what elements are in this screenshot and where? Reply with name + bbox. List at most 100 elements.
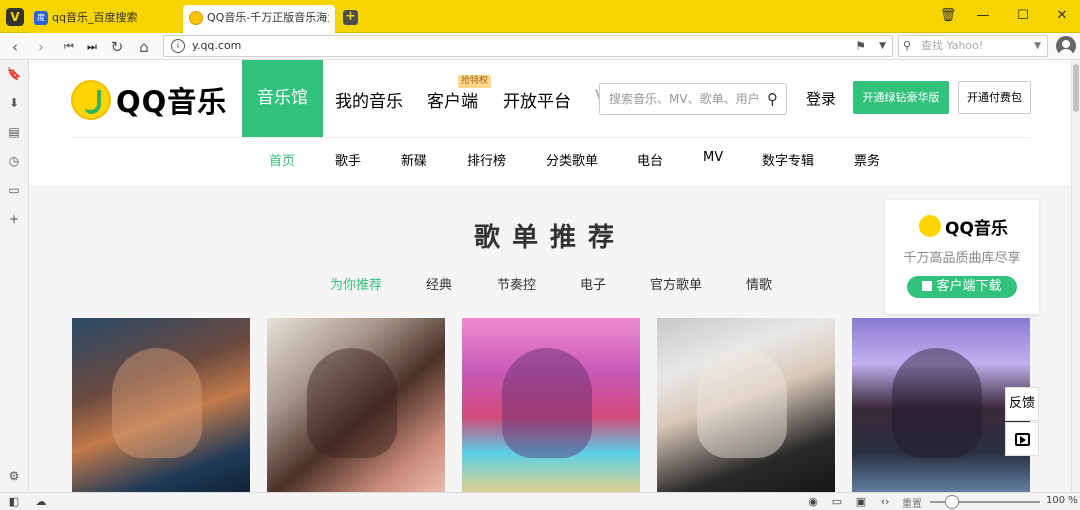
vivaldi-logo-icon[interactable]: V bbox=[6, 8, 24, 26]
close-button[interactable]: ✕ bbox=[1044, 4, 1080, 28]
scrollbar-thumb[interactable] bbox=[1073, 64, 1079, 112]
qq-music-logo-icon bbox=[919, 215, 941, 237]
panel-toggle-icon[interactable]: ◧ bbox=[6, 495, 22, 509]
chevron-down-icon[interactable]: ▼ bbox=[879, 36, 886, 56]
playlist-cover[interactable] bbox=[72, 318, 250, 492]
search-icon[interactable]: ⚲ bbox=[767, 84, 778, 114]
tab-strip: V 度 qq音乐_百度搜索 QQ音乐-千万正版音乐海量无损曲库 + 🗑 — ☐ … bbox=[0, 0, 1080, 33]
site-search-placeholder: 搜索音乐、MV、歌单、用户 bbox=[609, 92, 760, 106]
subnav-home[interactable]: 首页 bbox=[269, 150, 295, 169]
reload-button[interactable]: ↻ bbox=[106, 36, 128, 58]
baidu-favicon-icon: 度 bbox=[34, 11, 48, 25]
cover-photo bbox=[112, 348, 202, 458]
category-classic[interactable]: 经典 bbox=[426, 274, 452, 293]
subnav-radio[interactable]: 电台 bbox=[637, 150, 663, 169]
browser-window: V 度 qq音乐_百度搜索 QQ音乐-千万正版音乐海量无损曲库 + 🗑 — ☐ … bbox=[0, 0, 1080, 510]
tab-qq-music[interactable]: QQ音乐-千万正版音乐海量无损曲库 bbox=[183, 5, 335, 33]
bookmarks-icon[interactable]: 🔖 bbox=[4, 64, 24, 84]
promo-title: QQ音乐 bbox=[945, 219, 1008, 239]
page-actions-icon[interactable]: ‹› bbox=[876, 495, 894, 509]
zoom-reset[interactable]: 重置 bbox=[902, 495, 922, 510]
search-placeholder: 查找 Yahoo! bbox=[921, 39, 984, 52]
home-button[interactable]: ⌂ bbox=[133, 36, 155, 58]
playlist-cover[interactable] bbox=[267, 318, 445, 492]
tab-title: qq音乐_百度搜索 bbox=[52, 11, 138, 24]
subnav-tickets[interactable]: 票务 bbox=[854, 150, 880, 169]
capture-icon[interactable]: ◉ bbox=[804, 495, 822, 509]
address-toolbar: ‹ › ⏮ ⏭ ↻ ⌂ i y.qq.com ⚑ ▼ ⚲ 查找 Yahoo! ▼ bbox=[0, 33, 1080, 60]
window-panel-icon[interactable]: ▭ bbox=[4, 180, 24, 200]
settings-gear-icon[interactable]: ⚙ bbox=[4, 466, 24, 486]
login-link[interactable]: 登录 bbox=[806, 88, 836, 109]
nav-music-hall[interactable]: 音乐馆 bbox=[242, 60, 323, 138]
subnav-playlists[interactable]: 分类歌单 bbox=[546, 150, 598, 169]
playlist-cover[interactable] bbox=[462, 318, 640, 492]
address-bar[interactable]: i y.qq.com ⚑ ▼ bbox=[163, 35, 893, 57]
cloud-sync-icon[interactable]: ☁ bbox=[32, 495, 50, 509]
category-electronic[interactable]: 电子 bbox=[580, 274, 606, 293]
cover-photo bbox=[697, 348, 787, 458]
tab-title: QQ音乐-千万正版音乐海量无损曲库 bbox=[207, 11, 329, 24]
bookmark-icon[interactable]: ⚑ bbox=[855, 36, 866, 56]
add-panel-icon[interactable]: + bbox=[4, 209, 24, 229]
tile-icon[interactable]: ▭ bbox=[828, 495, 846, 509]
client-download-button[interactable]: 客户端下载 bbox=[907, 276, 1017, 298]
category-official[interactable]: 官方歌单 bbox=[650, 274, 702, 293]
search-icon: ⚲ bbox=[903, 39, 912, 52]
history-icon[interactable]: ◷ bbox=[4, 151, 24, 171]
nav-open-platform[interactable]: 开放平台 bbox=[503, 87, 571, 112]
download-label: 客户端下载 bbox=[936, 279, 1002, 294]
notes-icon[interactable]: ▤ bbox=[4, 122, 24, 142]
playlist-cover[interactable] bbox=[657, 318, 835, 492]
category-for-you[interactable]: 为你推荐 bbox=[330, 274, 382, 293]
download-promo-card: QQ音乐 千万高品质曲库尽享 客户端下载 bbox=[885, 200, 1039, 314]
site-logo-text[interactable]: QQ音乐 bbox=[116, 79, 227, 121]
minimize-button[interactable]: — bbox=[965, 4, 1001, 28]
url-text: y.qq.com bbox=[192, 39, 242, 52]
subnav-mv[interactable]: MV bbox=[703, 150, 723, 165]
maximize-button[interactable]: ☐ bbox=[1005, 4, 1041, 28]
player-button[interactable] bbox=[1005, 422, 1039, 456]
fast-forward-button[interactable]: ⏭ bbox=[81, 36, 103, 58]
qq-music-favicon-icon bbox=[189, 11, 203, 25]
trash-icon[interactable]: 🗑 bbox=[930, 4, 966, 28]
zoom-slider-handle[interactable] bbox=[945, 495, 959, 509]
category-rhythm[interactable]: 节奏控 bbox=[497, 274, 536, 293]
cover-photo bbox=[502, 348, 592, 458]
subnav-charts[interactable]: 排行榜 bbox=[467, 150, 506, 169]
subnav-new-albums[interactable]: 新碟 bbox=[401, 150, 427, 169]
paid-package-button[interactable]: 开通付费包 bbox=[958, 81, 1031, 114]
back-button[interactable]: ‹ bbox=[4, 36, 26, 58]
new-tab-button[interactable]: + bbox=[343, 10, 358, 25]
cover-photo bbox=[307, 348, 397, 458]
zoom-level: 100 % bbox=[1046, 495, 1078, 506]
cover-photo bbox=[892, 348, 982, 458]
rewind-button[interactable]: ⏮ bbox=[58, 36, 80, 58]
subnav-digital-albums[interactable]: 数字专辑 bbox=[762, 150, 814, 169]
playlist-cover[interactable] bbox=[852, 318, 1030, 492]
status-bar: ◧ ☁ ◉ ▭ ▣ ‹› 重置 100 % bbox=[0, 492, 1080, 510]
feedback-button[interactable]: 反馈 bbox=[1005, 387, 1039, 421]
downloads-icon[interactable]: ⬇ bbox=[4, 93, 24, 113]
tab-baidu-search[interactable]: 度 qq音乐_百度搜索 bbox=[28, 5, 180, 33]
side-panel: 🔖 ⬇ ▤ ◷ ▭ + ⚙ bbox=[0, 60, 29, 492]
vip-button[interactable]: 开通绿钻豪华版 bbox=[853, 81, 949, 114]
qq-music-logo-icon[interactable] bbox=[71, 80, 111, 120]
forward-button[interactable]: › bbox=[30, 36, 52, 58]
nav-client[interactable]: 客户端 bbox=[427, 87, 478, 112]
page-scrollbar[interactable] bbox=[1071, 60, 1080, 492]
images-icon[interactable]: ▣ bbox=[852, 495, 870, 509]
chevron-down-icon[interactable]: ▼ bbox=[1034, 36, 1041, 56]
site-info-icon[interactable]: i bbox=[171, 39, 185, 53]
site-search-input[interactable]: 搜索音乐、MV、歌单、用户 ⚲ bbox=[599, 83, 787, 115]
site-header: QQ音乐 音乐馆 我的音乐 抢特权 客户端 开放平台 V 搜索音乐、MV、歌单、… bbox=[29, 60, 1071, 185]
search-engine-field[interactable]: ⚲ 查找 Yahoo! ▼ bbox=[898, 35, 1048, 57]
divider bbox=[71, 137, 1031, 138]
play-icon bbox=[1015, 433, 1030, 446]
promo-subtitle: 千万高品质曲库尽享 bbox=[903, 251, 1021, 266]
subnav-singers[interactable]: 歌手 bbox=[335, 150, 361, 169]
category-love-songs[interactable]: 情歌 bbox=[746, 274, 772, 293]
nav-my-music[interactable]: 我的音乐 bbox=[335, 87, 403, 112]
profile-avatar[interactable] bbox=[1056, 36, 1076, 56]
windows-icon bbox=[922, 281, 933, 291]
